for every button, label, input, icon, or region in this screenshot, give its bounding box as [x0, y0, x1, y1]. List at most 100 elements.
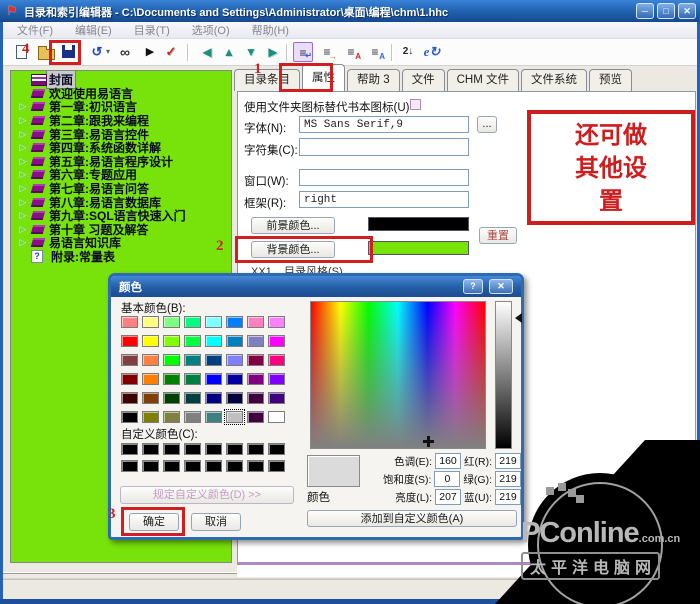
basic-color-cell[interactable]: [163, 392, 180, 404]
compile-run-icon[interactable]: [140, 42, 160, 62]
custom-color-cell[interactable]: [184, 443, 201, 455]
custom-color-cell[interactable]: [247, 443, 264, 455]
custom-color-cell[interactable]: [226, 443, 243, 455]
basic-color-cell[interactable]: [121, 316, 138, 328]
font-browse-button[interactable]: ...: [477, 116, 497, 133]
basic-color-cell[interactable]: [268, 392, 285, 404]
basic-color-cell[interactable]: [226, 316, 243, 328]
dialog-close-button[interactable]: ✕: [489, 279, 513, 294]
maximize-button[interactable]: □: [657, 3, 675, 19]
expand-arrow-icon[interactable]: ▷: [15, 129, 31, 140]
basic-color-cell[interactable]: [268, 373, 285, 385]
list-jump-icon[interactable]: →: [317, 42, 337, 62]
charset-select[interactable]: [299, 138, 469, 156]
basic-color-cell[interactable]: [184, 354, 201, 366]
custom-color-cell[interactable]: [163, 443, 180, 455]
expand-arrow-icon[interactable]: ▷: [15, 210, 31, 221]
tab-6[interactable]: 预览: [588, 69, 632, 91]
basic-color-cell[interactable]: [142, 373, 159, 385]
custom-color-cell[interactable]: [121, 460, 138, 472]
basic-color-cell[interactable]: [247, 316, 264, 328]
expand-arrow-icon[interactable]: ▷: [15, 183, 31, 194]
expand-arrow-icon[interactable]: ▷: [15, 197, 31, 208]
basic-color-cell[interactable]: [142, 354, 159, 366]
basic-color-cell[interactable]: [121, 411, 138, 423]
font-input[interactable]: MS Sans Serif,9: [299, 116, 469, 133]
expand-arrow-icon[interactable]: ▷: [15, 237, 31, 248]
expand-arrow-icon[interactable]: ▷: [15, 142, 31, 153]
move-left-icon[interactable]: ◀: [197, 42, 217, 62]
undo-dropdown-icon[interactable]: ▾: [106, 48, 114, 56]
basic-color-cell[interactable]: [142, 392, 159, 404]
custom-color-cell[interactable]: [163, 460, 180, 472]
basic-color-cell[interactable]: [121, 373, 138, 385]
basic-color-cell[interactable]: [226, 373, 243, 385]
expand-arrow-icon[interactable]: ▷: [15, 115, 31, 126]
close-button[interactable]: ✕: [678, 3, 696, 19]
custom-color-cell[interactable]: [226, 460, 243, 472]
basic-color-cell[interactable]: [247, 392, 264, 404]
luminance-slider[interactable]: [495, 301, 512, 449]
basic-color-cell[interactable]: [163, 411, 180, 423]
basic-color-cell[interactable]: [205, 335, 222, 347]
window-input[interactable]: [299, 169, 469, 186]
basic-color-cell[interactable]: [205, 354, 222, 366]
sort-icon[interactable]: [398, 42, 418, 62]
basic-color-cell[interactable]: [247, 373, 264, 385]
add-to-custom-colors-button[interactable]: 添加到自定义颜色(A): [307, 510, 517, 527]
saturation-input[interactable]: 0: [434, 471, 461, 487]
custom-color-cell[interactable]: [205, 443, 222, 455]
basic-color-cell[interactable]: [224, 409, 245, 425]
list-return-icon[interactable]: ↵: [293, 42, 313, 62]
move-down-icon[interactable]: ▼: [241, 42, 261, 62]
custom-color-cell[interactable]: [205, 460, 222, 472]
basic-color-cell[interactable]: [205, 373, 222, 385]
luminance-input[interactable]: 207: [435, 489, 461, 505]
custom-color-cell[interactable]: [121, 443, 138, 455]
menu-help[interactable]: 帮助(H): [244, 22, 297, 38]
basic-color-cell[interactable]: [205, 411, 222, 423]
basic-color-cell[interactable]: [142, 335, 159, 347]
reset-button[interactable]: 重置: [479, 227, 517, 244]
basic-color-cell[interactable]: [184, 392, 201, 404]
basic-color-cell[interactable]: [184, 335, 201, 347]
basic-color-cell[interactable]: [205, 316, 222, 328]
cancel-button[interactable]: 取消: [191, 513, 241, 531]
undo-icon[interactable]: [87, 42, 107, 62]
red-input[interactable]: 219: [495, 453, 521, 469]
move-up-icon[interactable]: ▲: [219, 42, 239, 62]
custom-color-cell[interactable]: [268, 443, 285, 455]
frame-input[interactable]: right: [299, 191, 469, 208]
basic-color-cell[interactable]: [184, 373, 201, 385]
expand-arrow-icon[interactable]: ▷: [15, 169, 31, 180]
minimize-button[interactable]: ─: [636, 3, 654, 19]
expand-arrow-icon[interactable]: ▷: [15, 156, 31, 167]
blue-input[interactable]: 219: [495, 489, 521, 505]
basic-color-cell[interactable]: [163, 335, 180, 347]
basic-color-cell[interactable]: [184, 411, 201, 423]
tab-2[interactable]: 帮助 3: [347, 69, 400, 91]
basic-color-cell[interactable]: [163, 354, 180, 366]
luminance-arrow-icon[interactable]: [515, 313, 522, 323]
list-sort-a-icon[interactable]: A: [365, 42, 385, 62]
basic-color-cell[interactable]: [247, 411, 264, 423]
menu-options[interactable]: 选项(O): [184, 22, 238, 38]
hue-input[interactable]: 160: [435, 453, 461, 469]
foreground-color-button[interactable]: 前景颜色...: [251, 217, 335, 234]
basic-color-cell[interactable]: [226, 354, 243, 366]
basic-color-cell[interactable]: [121, 392, 138, 404]
list-insert-a-icon[interactable]: A: [341, 42, 361, 62]
view-icon[interactable]: [115, 42, 135, 62]
basic-color-cell[interactable]: [121, 354, 138, 366]
basic-color-cell[interactable]: [247, 335, 264, 347]
menu-file[interactable]: 文件(F): [9, 22, 61, 38]
basic-color-cell[interactable]: [184, 316, 201, 328]
tree-item[interactable]: ▷ 易语言知识库: [15, 236, 231, 250]
dialog-title-bar[interactable]: 颜色 ? ✕: [111, 276, 521, 297]
custom-color-cell[interactable]: [268, 460, 285, 472]
tree-item[interactable]: ? 附录:常量表: [15, 250, 231, 264]
basic-color-cell[interactable]: [268, 354, 285, 366]
custom-color-cell[interactable]: [142, 443, 159, 455]
menu-edit[interactable]: 编辑(E): [67, 22, 120, 38]
custom-color-cell[interactable]: [247, 460, 264, 472]
